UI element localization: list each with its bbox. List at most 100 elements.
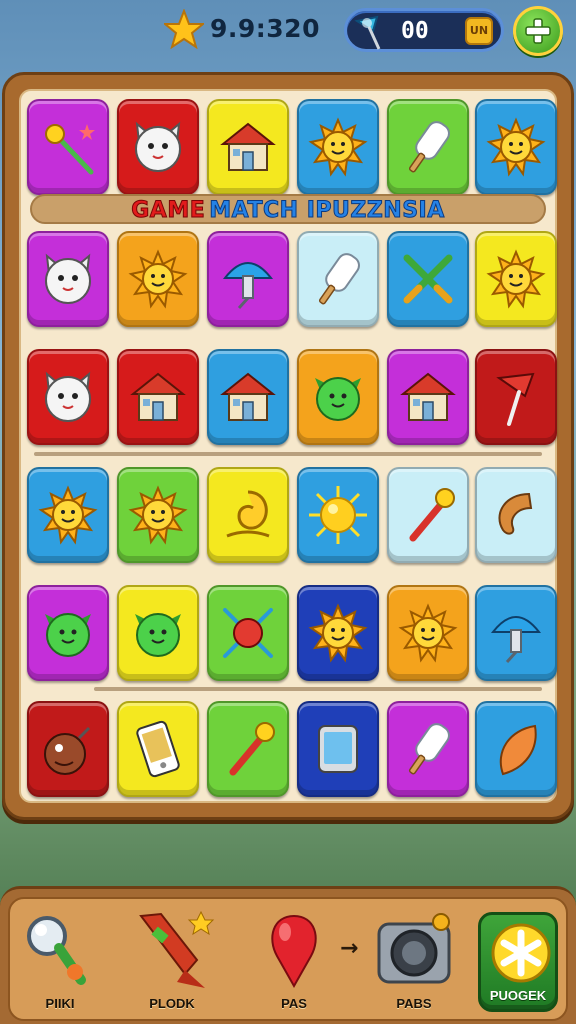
popsicle-icon — [408, 121, 450, 173]
bomb-icon — [44, 726, 91, 775]
balloon-icon — [271, 914, 317, 989]
row-divider — [34, 452, 542, 456]
cat-face-icon — [45, 371, 91, 422]
game-tile[interactable] — [387, 467, 469, 563]
game-tile[interactable] — [297, 349, 379, 445]
game-tile[interactable] — [387, 585, 469, 681]
game-tile[interactable] — [475, 585, 557, 681]
cat-face-icon — [135, 121, 181, 172]
torch-icon — [409, 488, 455, 542]
game-tile[interactable] — [117, 231, 199, 327]
horseshoe-icon — [498, 492, 533, 535]
title-banner: GAME MATCH IPUZZNSIA — [30, 194, 546, 224]
sun-face-icon — [38, 485, 98, 545]
tablet-icon — [318, 725, 358, 773]
pin-icon — [496, 372, 535, 426]
tool-camera[interactable]: PABS — [366, 908, 462, 1018]
game-tile[interactable] — [475, 349, 557, 445]
game-tile[interactable] — [387, 231, 469, 327]
magic-wand-icon — [45, 124, 95, 175]
add-coins-button[interactable] — [513, 6, 563, 56]
magnifier-icon — [27, 916, 86, 985]
game-tile[interactable] — [475, 99, 557, 195]
game-tile[interactable] — [297, 701, 379, 797]
popsicle-icon — [408, 723, 450, 775]
sun-icon — [309, 486, 367, 544]
title-word-match: MATCH IPUZZNSIA — [209, 198, 445, 224]
rocket-icon — [139, 910, 215, 988]
phone-icon — [136, 720, 180, 778]
sun-face-icon — [128, 485, 188, 545]
blob-face-icon — [315, 377, 361, 421]
torch-icon — [229, 722, 275, 776]
leaf-icon — [499, 724, 537, 776]
tool-label: PLODK — [149, 996, 195, 1011]
asterisk-icon — [491, 923, 551, 983]
sun-face-icon — [128, 249, 188, 309]
game-tile[interactable] — [387, 349, 469, 445]
game-tile[interactable] — [207, 231, 289, 327]
game-tile[interactable] — [475, 231, 557, 327]
game-tile[interactable] — [27, 231, 109, 327]
game-tile[interactable] — [27, 467, 109, 563]
rescue-label: PUOGEK — [489, 988, 547, 1003]
sun-face-icon — [308, 117, 368, 177]
sun-face-icon — [398, 603, 458, 663]
game-tile[interactable] — [207, 585, 289, 681]
coin-counter[interactable]: 00 UN — [344, 8, 504, 52]
tool-rocket[interactable]: PLODK — [124, 908, 220, 1018]
game-tile[interactable] — [27, 701, 109, 797]
mushroom-icon — [222, 262, 274, 310]
pushpin-icon — [354, 15, 381, 50]
game-tile[interactable] — [297, 585, 379, 681]
crossed-swords-icon — [403, 254, 453, 304]
tool-label: PIIKI — [45, 996, 75, 1011]
game-tile[interactable] — [475, 467, 557, 563]
game-tile[interactable] — [117, 585, 199, 681]
coin-value: 00 — [401, 18, 429, 44]
sun-face-icon — [308, 603, 368, 663]
game-tile[interactable] — [27, 349, 109, 445]
game-tile[interactable] — [387, 99, 469, 195]
arrow-right-icon: → — [340, 936, 359, 961]
cat-face-icon — [45, 253, 91, 304]
tool-magnifier[interactable]: PIIKI — [12, 908, 108, 1018]
game-tile[interactable] — [297, 99, 379, 195]
game-tile[interactable] — [27, 99, 109, 195]
mushroom-icon — [490, 616, 542, 664]
game-tile[interactable] — [475, 701, 557, 797]
house-icon — [220, 372, 276, 421]
game-tile[interactable] — [27, 585, 109, 681]
bug-icon — [223, 608, 273, 658]
tool-label: PABS — [396, 996, 432, 1011]
game-tile[interactable] — [117, 349, 199, 445]
game-tile[interactable] — [207, 349, 289, 445]
house-icon — [220, 122, 276, 171]
row-divider — [94, 687, 542, 691]
game-tile[interactable] — [297, 467, 379, 563]
tool-balloon[interactable]: PAS — [246, 908, 342, 1018]
game-tile[interactable] — [207, 99, 289, 195]
star-icon — [164, 9, 204, 49]
house-icon — [400, 372, 456, 421]
game-tile[interactable] — [117, 99, 199, 195]
game-tile[interactable] — [117, 701, 199, 797]
popsicle-icon — [318, 253, 360, 305]
blob-face-icon — [45, 613, 91, 657]
tool-label: PAS — [281, 996, 307, 1011]
house-icon — [130, 372, 186, 421]
rescue-button[interactable]: PUOGEK — [478, 912, 558, 1012]
plus-icon — [525, 18, 551, 44]
top-hud: 9.9:320 00 UN — [0, 0, 576, 68]
blob-face-icon — [135, 613, 181, 657]
game-board — [2, 72, 574, 820]
game-tile[interactable] — [207, 701, 289, 797]
sun-face-icon — [486, 249, 546, 309]
sun-face-icon — [486, 117, 546, 177]
game-tile[interactable] — [297, 231, 379, 327]
game-tile[interactable] — [387, 701, 469, 797]
game-tile[interactable] — [207, 467, 289, 563]
score-counter: 9.9:320 — [210, 14, 320, 43]
snail-icon — [226, 490, 270, 538]
game-tile[interactable] — [117, 467, 199, 563]
